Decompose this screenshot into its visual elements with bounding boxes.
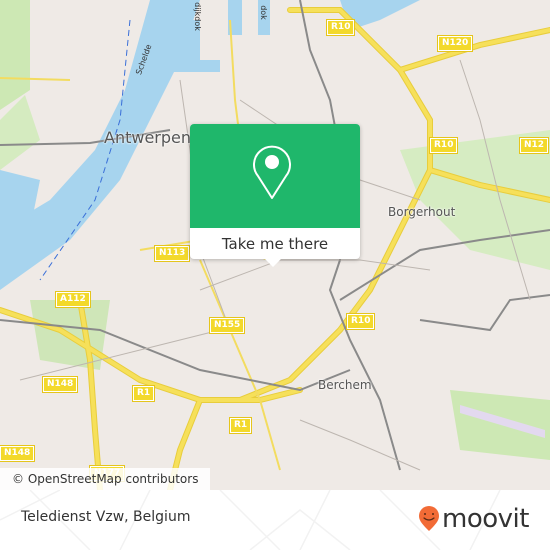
location-pin-icon	[253, 145, 291, 199]
map-view[interactable]: Antwerpen Borgerhout Berchem Schelde dij…	[0, 0, 550, 490]
road-label-r10: R10	[428, 137, 459, 154]
dock-basin	[170, 60, 220, 72]
park-area	[0, 95, 40, 170]
water-label-dock: dijkdok	[192, 2, 202, 31]
park-area	[0, 0, 30, 110]
road-label-n148: N148	[41, 376, 79, 393]
road-label-n113: N113	[153, 245, 191, 262]
railway-southeast	[419, 294, 550, 332]
brand-name: moovit	[442, 504, 529, 534]
popup-header	[190, 124, 360, 228]
road-label-r1: R1	[228, 417, 253, 434]
moovit-pin-icon	[419, 506, 439, 531]
place-label-antwerpen: Antwerpen	[104, 128, 192, 147]
road-label-n155: N155	[208, 317, 246, 334]
place-label-borgerhout: Borgerhout	[388, 205, 456, 219]
place-label-berchem: Berchem	[318, 378, 372, 392]
airport-area	[450, 390, 550, 460]
water-label-dock: dok	[258, 5, 268, 20]
map-attribution[interactable]: © OpenStreetMap contributors	[0, 468, 211, 490]
road-north	[229, 19, 241, 141]
road-label-r1: R1	[131, 385, 156, 402]
popup-pointer	[264, 258, 282, 267]
road-label-r10: R10	[345, 313, 376, 330]
road-label-n120: N120	[436, 35, 474, 52]
road-label-n12: N12	[518, 137, 550, 154]
destination-popup: Take me there	[190, 124, 360, 267]
road-label-n148: N148	[0, 445, 36, 462]
road-n155	[199, 259, 281, 471]
place-name: Teledienst Vzw, Belgium	[21, 509, 191, 525]
moovit-logo[interactable]: moovit	[418, 504, 529, 534]
take-me-there-button[interactable]: Take me there	[190, 228, 360, 259]
road-label-r10: R10	[325, 19, 356, 36]
road-label-a112: A112	[55, 291, 91, 308]
footer-bar: Teledienst Vzw, Belgium moovit	[0, 490, 550, 550]
